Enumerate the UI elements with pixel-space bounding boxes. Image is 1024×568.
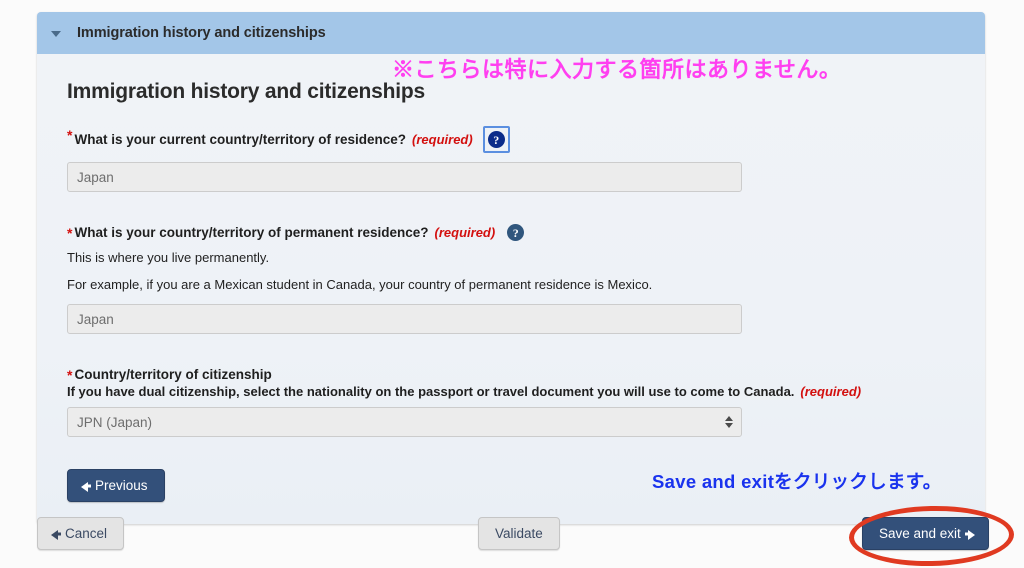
question-label-row: * What is your current country/territory… <box>67 126 955 153</box>
immigration-history-panel: Immigration history and citizenships Imm… <box>37 12 985 524</box>
previous-button-label: Previous <box>95 478 148 493</box>
annotation-blue-note: Save and exitをクリックします。 <box>652 471 942 492</box>
citizenship-select-value: JPN (Japan) <box>77 414 153 430</box>
help-icon-focus-ring: ? <box>482 126 510 153</box>
question-mark-help-icon[interactable]: ? <box>487 131 505 148</box>
save-and-exit-button-label: Save and exit <box>879 526 961 541</box>
save-and-exit-button[interactable]: Save and exit <box>862 517 989 550</box>
question-description-primary: This is where you live permanently. <box>67 250 270 265</box>
question-description-example: For example, if you are a Mexican studen… <box>67 277 653 292</box>
question-label: What is your country/territory of perman… <box>74 225 429 240</box>
question-current-residence: * What is your current country/territory… <box>67 126 955 192</box>
required-asterisk: * <box>67 127 73 143</box>
arrow-right-icon <box>968 529 975 539</box>
cancel-button-label: Cancel <box>65 526 108 541</box>
question-citizenship: * Country/territory of citizenship If yo… <box>67 366 955 437</box>
question-permanent-residence: * What is your country/territory of perm… <box>67 224 955 334</box>
panel-body: Immigration history and citizenships * W… <box>37 54 985 524</box>
required-tag: (required) <box>434 225 496 240</box>
question-label: What is your current country/territory o… <box>74 132 407 147</box>
citizenship-select-wrapper: JPN (Japan) <box>67 407 742 437</box>
required-asterisk: * <box>67 225 73 241</box>
chevron-down-icon[interactable] <box>51 31 61 37</box>
arrow-left-icon <box>81 481 88 491</box>
question-label: Country/territory of citizenship <box>74 366 272 382</box>
question-sublabel: If you have dual citizenship, select the… <box>67 384 955 399</box>
citizenship-select[interactable]: JPN (Japan) <box>67 407 742 437</box>
arrow-left-icon <box>51 529 58 539</box>
cancel-button[interactable]: Cancel <box>37 517 125 550</box>
annotation-pink-note: ※こちらは特に入力する箇所はありません。 <box>392 57 842 82</box>
current-residence-input[interactable] <box>67 162 742 192</box>
question-label-row: * Country/territory of citizenship <box>67 366 955 383</box>
question-mark-help-icon[interactable]: ? <box>507 224 525 241</box>
panel-header[interactable]: Immigration history and citizenships <box>37 12 985 54</box>
required-tag: (required) <box>412 132 473 147</box>
required-tag: (required) <box>800 384 862 399</box>
previous-button[interactable]: Previous <box>67 469 165 502</box>
validate-button[interactable]: Validate <box>478 517 560 550</box>
panel-header-title: Immigration history and citizenships <box>77 25 326 41</box>
bottom-action-bar: Cancel Validate Save and exit <box>0 512 1024 568</box>
validate-button-label: Validate <box>495 526 543 541</box>
required-asterisk: * <box>67 367 73 383</box>
permanent-residence-input[interactable] <box>67 304 742 334</box>
question-sublabel-text: If you have dual citizenship, select the… <box>67 384 795 399</box>
question-label-row: * What is your country/territory of perm… <box>67 224 955 241</box>
